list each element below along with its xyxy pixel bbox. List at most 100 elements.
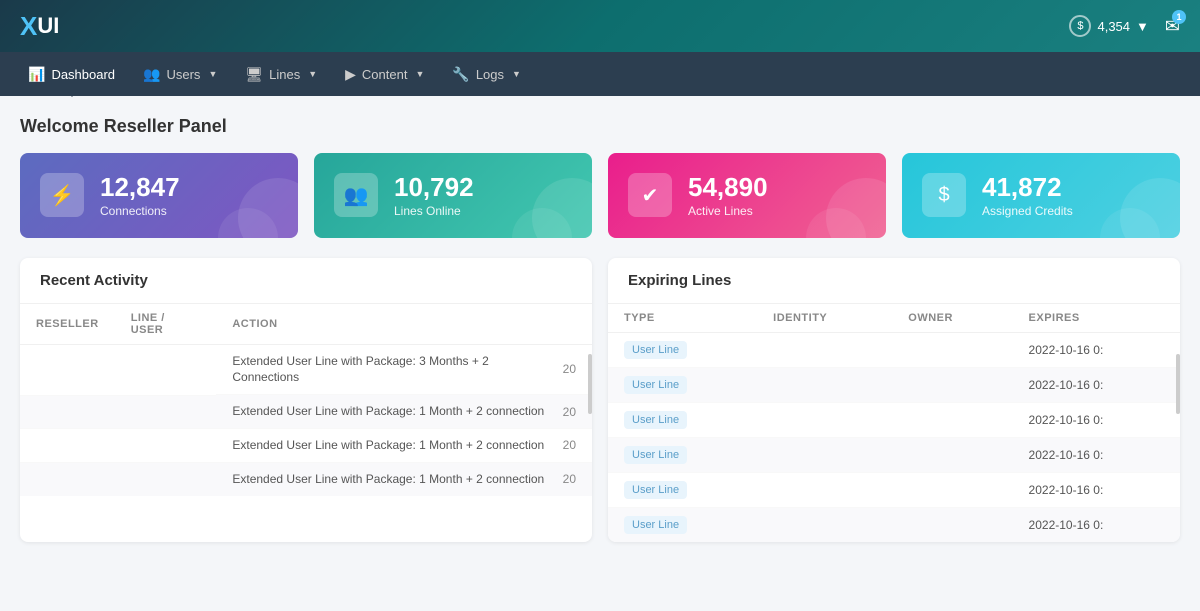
cell-identity — [757, 472, 892, 507]
cell-owner — [892, 332, 1012, 367]
cell-owner — [892, 402, 1012, 437]
action-text: Extended User Line with Package: 1 Month… — [232, 403, 544, 420]
content-dropdown-arrow: ▼ — [415, 69, 424, 79]
action-num: 20 — [563, 362, 576, 376]
action-num: 20 — [563, 438, 576, 452]
table-row: Extended User Line with Package: 1 Month… — [20, 463, 592, 496]
cell-expires: 2022-10-16 0: — [1013, 472, 1180, 507]
type-badge: User Line — [624, 411, 687, 429]
col-line-user: LINE / USER — [115, 304, 217, 345]
nav-item-lines[interactable]: 🖥 Lines ▼ — [233, 60, 329, 89]
logo-x: X — [20, 11, 37, 42]
logo-ui: UI — [37, 13, 59, 39]
cell-line-user — [115, 395, 217, 429]
nav-item-logs[interactable]: 🔧 Logs ▼ — [440, 60, 533, 89]
cell-action: Extended User Line with Package: 1 Month… — [216, 395, 592, 429]
cell-expires: 2022-10-16 0: — [1013, 332, 1180, 367]
table-row: Extended User Line with Package: 1 Month… — [20, 395, 592, 429]
nav-item-users[interactable]: 👥 Users ▼ — [131, 60, 229, 89]
type-badge: User Line — [624, 341, 687, 359]
type-badge: User Line — [624, 376, 687, 394]
cell-type: User Line — [608, 367, 757, 402]
logo: XUI — [20, 11, 59, 42]
expiring-lines-scrollbar[interactable] — [1176, 354, 1180, 414]
cell-identity — [757, 507, 892, 542]
lines-icon: 🖥 — [245, 66, 263, 83]
nav-label-users: Users — [166, 67, 200, 82]
active-lines-info: 54,890 Active Lines — [688, 173, 768, 218]
cell-type: User Line — [608, 472, 757, 507]
assigned-credits-icon: $ — [922, 173, 966, 217]
credits-amount: 4,354 — [1097, 19, 1130, 34]
action-text: Extended User Line with Package: 3 Month… — [232, 353, 554, 387]
dashboard-icon: 📊 — [28, 66, 45, 83]
header-right: $ 4,354 ▼ ✉ 1 — [1069, 15, 1180, 37]
cell-expires: 2022-10-16 0: — [1013, 367, 1180, 402]
cell-identity — [757, 367, 892, 402]
cell-expires: 2022-10-16 0: — [1013, 437, 1180, 472]
nav-label-logs: Logs — [476, 67, 504, 82]
mail-icon-wrap[interactable]: ✉ 1 — [1165, 16, 1180, 37]
lines-online-icon: 👥 — [334, 173, 378, 217]
active-lines-icon: ✔ — [628, 173, 672, 217]
nav-label-lines: Lines — [269, 67, 300, 82]
cell-reseller — [20, 344, 115, 395]
cell-type: User Line — [608, 402, 757, 437]
connections-number: 12,847 — [100, 173, 180, 202]
top-header: XUI $ 4,354 ▼ ✉ 1 — [0, 0, 1200, 52]
cell-type: User Line — [608, 437, 757, 472]
cell-identity — [757, 332, 892, 367]
nav-item-content[interactable]: ▶ Content ▼ — [333, 60, 436, 89]
users-dropdown-arrow: ▼ — [208, 69, 217, 79]
stat-card-connections: ⚡ 12,847 Connections — [20, 153, 298, 238]
recent-activity-scrollbar[interactable] — [588, 354, 592, 414]
cell-action: Extended User Line with Package: 1 Month… — [216, 429, 592, 463]
recent-activity-panel: Recent Activity RESELLER LINE / USER ACT… — [20, 258, 592, 542]
col-expires: EXPIRES — [1013, 304, 1180, 333]
main-content: Welcome Reseller Panel ⚡ 12,847 Connecti… — [0, 96, 1200, 562]
lines-online-label: Lines Online — [394, 204, 474, 218]
cell-action: Extended User Line with Package: 1 Month… — [216, 463, 592, 496]
cell-owner — [892, 507, 1012, 542]
nav-label-dashboard: Dashboard — [51, 67, 115, 82]
stat-card-lines-online: 👥 10,792 Lines Online — [314, 153, 592, 238]
assigned-credits-info: 41,872 Assigned Credits — [982, 173, 1073, 218]
cell-line-user — [115, 463, 217, 496]
action-text: Extended User Line with Package: 1 Month… — [232, 471, 544, 488]
col-identity: IDENTITY — [757, 304, 892, 333]
table-row: Extended User Line with Package: 1 Month… — [20, 429, 592, 463]
cell-type: User Line — [608, 332, 757, 367]
table-row: User Line 2022-10-16 0: — [608, 367, 1180, 402]
cell-owner — [892, 367, 1012, 402]
expiring-lines-table: TYPE IDENTITY OWNER EXPIRES User Line 20… — [608, 304, 1180, 542]
cell-expires: 2022-10-16 0: — [1013, 402, 1180, 437]
lines-online-number: 10,792 — [394, 173, 474, 202]
cell-expires: 2022-10-16 0: — [1013, 507, 1180, 542]
cell-line-user — [115, 344, 217, 395]
connections-label: Connections — [100, 204, 180, 218]
lines-online-info: 10,792 Lines Online — [394, 173, 474, 218]
cell-type: User Line — [608, 507, 757, 542]
nav-item-dashboard[interactable]: 📊 Dashboard — [16, 60, 127, 89]
stat-cards: ⚡ 12,847 Connections 👥 10,792 Lines Onli… — [20, 153, 1180, 238]
mail-badge: 1 — [1172, 10, 1186, 24]
credits-badge[interactable]: $ 4,354 ▼ — [1069, 15, 1148, 37]
expiring-lines-title: Expiring Lines — [608, 258, 1180, 304]
expiring-lines-body: TYPE IDENTITY OWNER EXPIRES User Line 20… — [608, 304, 1180, 542]
users-icon: 👥 — [143, 66, 160, 83]
logs-icon: 🔧 — [452, 66, 469, 83]
stat-card-assigned-credits: $ 41,872 Assigned Credits — [902, 153, 1180, 238]
action-num: 20 — [563, 405, 576, 419]
logs-dropdown-arrow: ▼ — [512, 69, 521, 79]
credits-icon: $ — [1069, 15, 1091, 37]
type-badge: User Line — [624, 481, 687, 499]
table-row: User Line 2022-10-16 0: — [608, 437, 1180, 472]
cell-reseller — [20, 395, 115, 429]
col-type: TYPE — [608, 304, 757, 333]
table-row: User Line 2022-10-16 0: — [608, 472, 1180, 507]
connections-info: 12,847 Connections — [100, 173, 180, 218]
cell-reseller — [20, 463, 115, 496]
cell-owner — [892, 472, 1012, 507]
assigned-credits-number: 41,872 — [982, 173, 1073, 202]
cell-line-user — [115, 429, 217, 463]
